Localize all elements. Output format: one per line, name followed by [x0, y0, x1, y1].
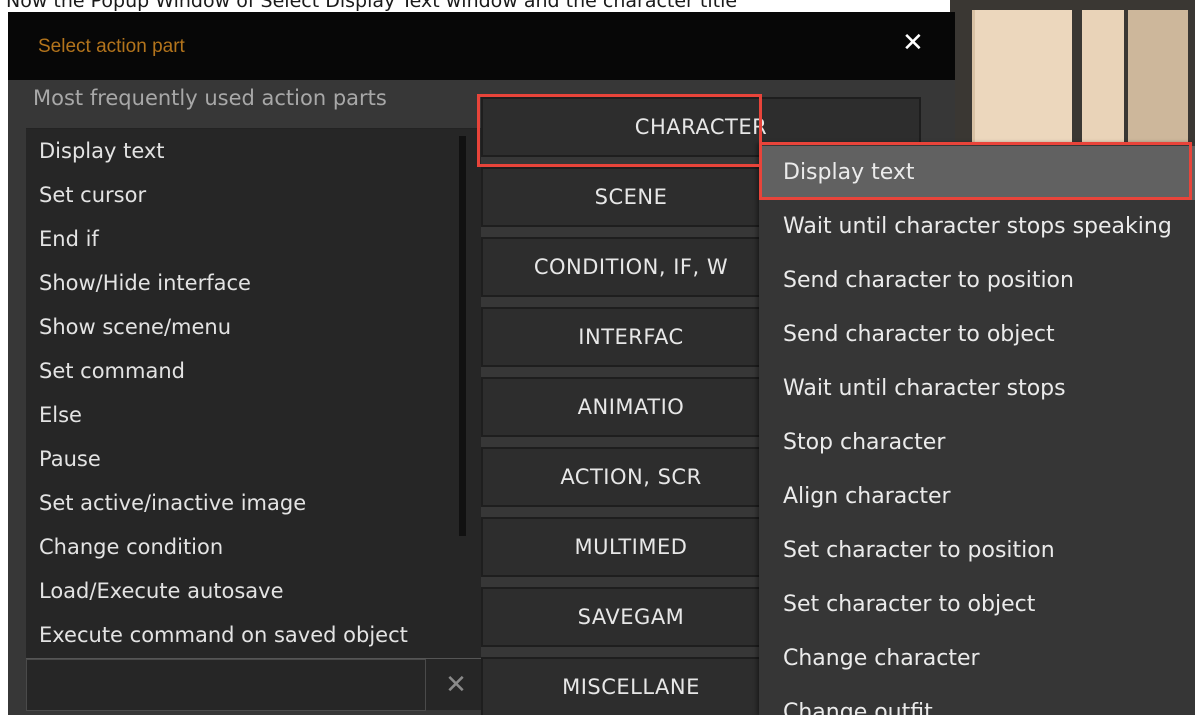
filter-input[interactable]: [26, 659, 426, 711]
submenu-item[interactable]: Set character to object: [759, 578, 1195, 632]
list-item[interactable]: Set cursor: [26, 173, 481, 217]
list-item[interactable]: Show scene/menu: [26, 305, 481, 349]
list-item[interactable]: Set command: [26, 349, 481, 393]
list-item[interactable]: Show/Hide interface: [26, 261, 481, 305]
submenu-item[interactable]: Wait until character stops: [759, 362, 1195, 416]
close-icon[interactable]: ✕: [902, 28, 924, 58]
list-item[interactable]: Set active/inactive image: [26, 481, 481, 525]
submenu-item[interactable]: Stop character: [759, 416, 1195, 470]
submenu-item-display-text[interactable]: Display text: [759, 146, 1195, 200]
frequent-actions-list[interactable]: Display text Set cursor End if Show/Hide…: [26, 128, 481, 658]
background-panel: [1082, 10, 1124, 150]
list-item[interactable]: Load/Execute autosave: [26, 569, 481, 613]
frequent-actions-label: Most frequently used action parts: [33, 86, 387, 110]
background-panel: [972, 10, 1072, 150]
submenu-item[interactable]: Set character to position: [759, 524, 1195, 578]
clear-icon[interactable]: ✕: [438, 667, 474, 703]
filter-row: ✕: [26, 658, 481, 711]
list-item[interactable]: Pause: [26, 437, 481, 481]
submenu-item[interactable]: Change outfit: [759, 686, 1195, 715]
submenu-item[interactable]: Wait until character stops speaking: [759, 200, 1195, 254]
character-submenu: Display text Wait until character stops …: [759, 143, 1195, 715]
submenu-item[interactable]: Send character to position: [759, 254, 1195, 308]
list-item[interactable]: Execute command on saved object: [26, 613, 481, 657]
background-panel: [1128, 10, 1188, 150]
list-item[interactable]: End if: [26, 217, 481, 261]
dialog-title: Select action part: [38, 36, 185, 57]
submenu-item[interactable]: Send character to object: [759, 308, 1195, 362]
submenu-item[interactable]: Align character: [759, 470, 1195, 524]
list-item[interactable]: Change condition: [26, 525, 481, 569]
dialog-titlebar: Select action part ✕: [8, 12, 955, 80]
list-scrollbar[interactable]: [459, 136, 466, 536]
submenu-item[interactable]: Change character: [759, 632, 1195, 686]
list-item[interactable]: Else: [26, 393, 481, 437]
screen: Now the Popup Window of Select Display T…: [0, 0, 1195, 715]
list-item[interactable]: Display text: [26, 129, 481, 173]
